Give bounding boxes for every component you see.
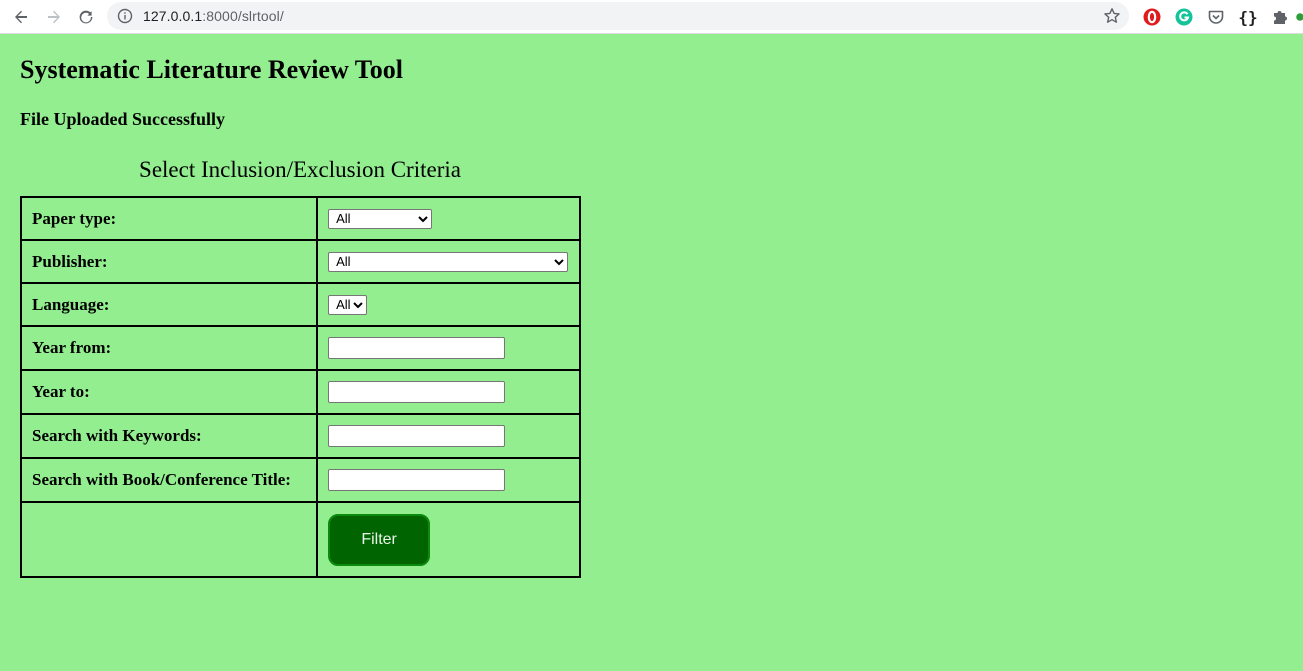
- filter-cell: Filter: [316, 501, 581, 578]
- table-row: Publisher: All: [19, 239, 581, 284]
- keywords-input[interactable]: [328, 425, 506, 447]
- table-row: Search with Book/Conference Title:: [19, 457, 581, 503]
- language-select[interactable]: All: [328, 294, 368, 315]
- puzzle-icon[interactable]: [1270, 7, 1290, 27]
- year-to-input[interactable]: [328, 381, 506, 403]
- table-row: Filter: [19, 501, 581, 578]
- language-cell: All: [316, 282, 581, 327]
- back-button[interactable]: [9, 5, 33, 29]
- table-row: Search with Keywords:: [19, 413, 581, 459]
- paper-type-cell: All: [316, 196, 581, 241]
- browser-toolbar: 127.0.0.1:8000/slrtool/ {}: [0, 0, 1303, 34]
- year-to-cell: [316, 369, 581, 415]
- grammarly-icon[interactable]: [1174, 7, 1194, 27]
- reload-icon: [79, 10, 93, 24]
- table-row: Paper type: All: [19, 196, 581, 241]
- table-row: Year from:: [19, 325, 581, 371]
- reload-button[interactable]: [74, 5, 98, 29]
- year-from-input[interactable]: [328, 337, 506, 359]
- year-to-label: Year to:: [19, 369, 319, 415]
- status-message: File Uploaded Successfully: [20, 109, 226, 129]
- paper-type-label: Paper type:: [19, 196, 319, 241]
- book-title-label: Search with Book/Conference Title:: [19, 457, 319, 503]
- table-row: Language: All: [19, 282, 581, 327]
- pocket-icon[interactable]: [1206, 7, 1226, 27]
- publisher-select[interactable]: All: [328, 251, 569, 272]
- book-title-input[interactable]: [328, 469, 506, 491]
- year-from-cell: [316, 325, 581, 371]
- keywords-cell: [316, 413, 581, 459]
- book-title-cell: [316, 457, 581, 503]
- url-text: 127.0.0.1:8000/slrtool/: [143, 8, 284, 24]
- table-row: Year to:: [19, 369, 581, 415]
- address-bar[interactable]: 127.0.0.1:8000/slrtool/: [107, 2, 1129, 30]
- keywords-label: Search with Keywords:: [19, 413, 319, 459]
- forward-button[interactable]: [42, 5, 66, 29]
- publisher-label: Publisher:: [19, 239, 319, 284]
- page-title: Systematic Literature Review Tool: [20, 55, 403, 84]
- json-formatter-icon[interactable]: {}: [1236, 7, 1260, 27]
- url-path: :8000/slrtool/: [202, 8, 284, 24]
- criteria-table: Paper type: All Publisher: All Language:…: [19, 196, 581, 578]
- year-from-label: Year from:: [19, 325, 319, 371]
- opera-adblock-icon[interactable]: [1142, 7, 1162, 27]
- publisher-cell: All: [316, 239, 581, 284]
- star-icon[interactable]: [1103, 7, 1121, 25]
- criteria-caption: Select Inclusion/Exclusion Criteria: [139, 157, 461, 182]
- arrow-left-icon: [15, 10, 27, 24]
- paper-type-select[interactable]: All: [328, 208, 433, 229]
- language-label: Language:: [19, 282, 319, 327]
- arrow-right-icon: [48, 10, 60, 24]
- info-icon[interactable]: [117, 8, 133, 24]
- url-host: 127.0.0.1: [143, 8, 203, 24]
- filter-button[interactable]: Filter: [328, 513, 431, 566]
- profile-icon[interactable]: [1296, 7, 1303, 27]
- page-content: Systematic Literature Review Tool File U…: [0, 34, 1303, 671]
- empty-cell: [19, 501, 319, 578]
